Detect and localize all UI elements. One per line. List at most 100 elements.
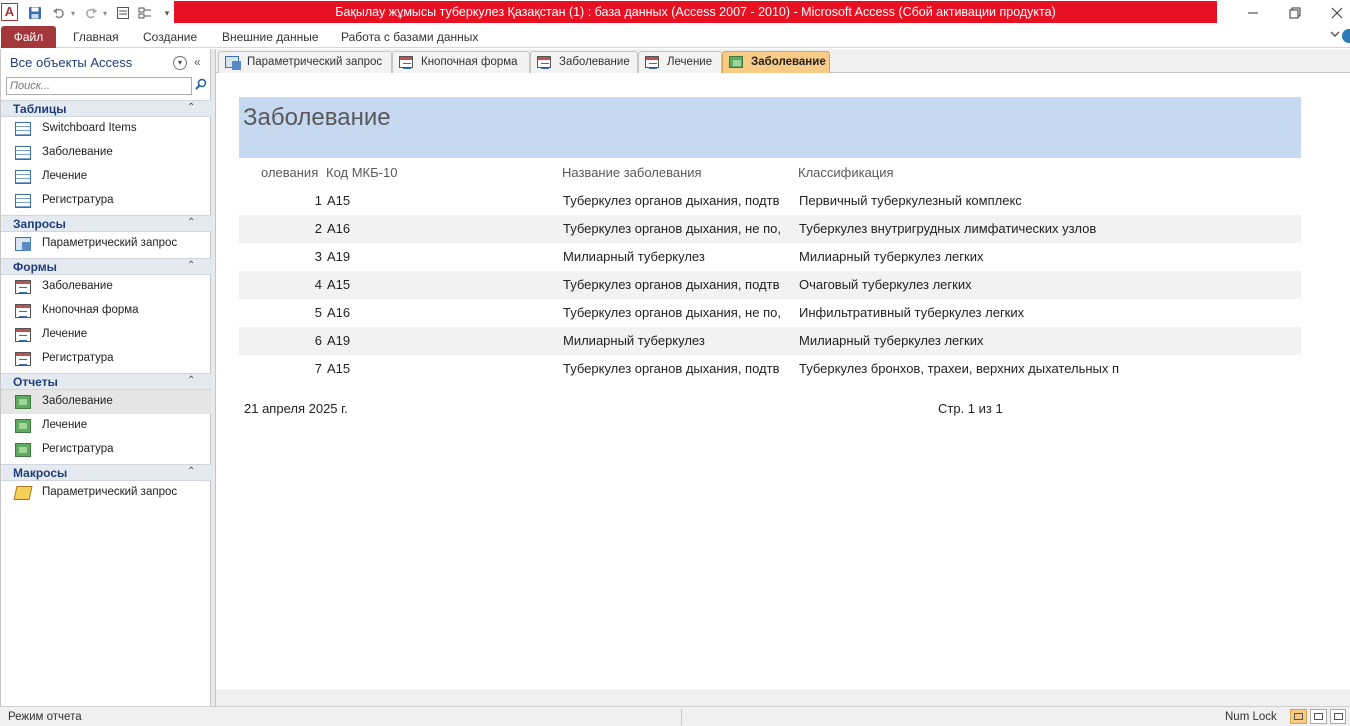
restore-button[interactable] (1272, 0, 1318, 26)
search-icon[interactable] (193, 78, 208, 94)
doc-tab-treatment-form[interactable]: Лечение (638, 51, 722, 73)
query-icon (15, 237, 31, 251)
report-footer-date: 21 апреля 2025 г. (244, 401, 348, 416)
group-label: Отчеты (13, 375, 58, 389)
ribbon-tabs: Файл Главная Создание Внешние данные Раб… (0, 26, 1350, 48)
help-icon[interactable] (1342, 29, 1350, 43)
layout-view-button[interactable] (1330, 709, 1346, 724)
form-icon (537, 56, 551, 69)
nav-group-queries[interactable]: Запросы ⌃ (1, 215, 211, 232)
chevron-up-icon[interactable]: ⌃ (187, 260, 195, 271)
nav-item-macro[interactable]: Параметрический запрос (1, 481, 211, 505)
nav-item-report-selected[interactable]: Заболевание (1, 390, 211, 414)
column-header-code: Код МКБ-10 (326, 165, 398, 180)
table-row: 1 A15 Туберкулез органов дыхания, подтв … (314, 193, 1022, 208)
table-row: 3 A19 Милиарный туберкулез Милиарный туб… (314, 249, 984, 264)
group-label: Макросы (13, 466, 68, 480)
tab-database-tools[interactable]: Работа с базами данных (341, 26, 478, 48)
form-icon (15, 328, 31, 342)
doc-tab-query[interactable]: Параметрический запрос (218, 51, 392, 73)
query-icon (225, 56, 241, 70)
doc-tab-disease-report[interactable]: Заболевание (722, 51, 830, 74)
nav-title[interactable]: Все объекты Access (10, 55, 132, 70)
table-icon (15, 146, 31, 160)
form-icon (15, 280, 31, 294)
nav-collapse-icon[interactable]: « (194, 55, 201, 69)
title-bar: A ▾ ▾ ▾ Бақылау жұмысы туберкулез Қазақс… (0, 0, 1350, 26)
group-label: Формы (13, 260, 57, 274)
nav-item-form[interactable]: Лечение (1, 323, 211, 347)
access-app-icon[interactable]: A (1, 3, 18, 21)
table-row: 4 A15 Туберкулез органов дыхания, подтв … (239, 271, 1301, 299)
design-icon[interactable] (136, 4, 154, 22)
print-preview-button[interactable] (1310, 709, 1327, 724)
navigation-pane: Все объекты Access ▾ « Таблицы ⌃ Switchb… (0, 49, 211, 706)
nav-menu-chevron-icon[interactable]: ▾ (173, 56, 187, 70)
table-row: 6 A19 Милиарный туберкулез Милиарный туб… (239, 327, 1301, 355)
form-icon[interactable] (114, 4, 132, 22)
tab-home[interactable]: Главная (73, 26, 119, 48)
minimize-button[interactable] (1230, 0, 1276, 26)
nav-item-query[interactable]: Параметрический запрос (1, 232, 211, 256)
report-footer-page: Стр. 1 из 1 (938, 401, 1003, 416)
report-icon (15, 443, 31, 457)
nav-item-table[interactable]: Лечение (1, 165, 211, 189)
report-view-button[interactable] (1290, 709, 1307, 724)
nav-group-reports[interactable]: Отчеты ⌃ (1, 373, 211, 390)
nav-item-form[interactable]: Заболевание (1, 275, 211, 299)
redo-dropdown-icon[interactable]: ▾ (100, 4, 110, 22)
quick-access-toolbar: ▾ ▾ ▾ (26, 4, 176, 22)
status-divider (681, 709, 682, 725)
chevron-up-icon[interactable]: ⌃ (187, 102, 195, 113)
chevron-up-icon[interactable]: ⌃ (187, 375, 195, 386)
report-view-icon (1294, 713, 1303, 720)
table-row: 5 A16 Туберкулез органов дыхания, не по,… (314, 305, 1025, 320)
report-bottom-area (216, 689, 1350, 706)
ribbon-expand-icon[interactable] (1330, 29, 1340, 42)
close-button[interactable] (1314, 0, 1350, 26)
chevron-up-icon[interactable]: ⌃ (187, 466, 195, 477)
report-icon (729, 56, 743, 68)
doc-tab-switchboard-form[interactable]: Кнопочная форма (392, 51, 530, 73)
nav-item-table[interactable]: Заболевание (1, 141, 211, 165)
group-label: Запросы (13, 217, 66, 231)
tab-create[interactable]: Создание (143, 26, 197, 48)
table-icon (15, 170, 31, 184)
nav-header[interactable]: Все объекты Access ▾ « (1, 49, 211, 76)
print-preview-icon (1314, 713, 1323, 720)
nav-item-table[interactable]: Switchboard Items (1, 117, 211, 141)
form-icon (15, 352, 31, 366)
nav-group-tables[interactable]: Таблицы ⌃ (1, 100, 211, 117)
tab-external-data[interactable]: Внешние данные (222, 26, 319, 48)
redo-icon[interactable] (82, 4, 100, 22)
nav-group-forms[interactable]: Формы ⌃ (1, 258, 211, 275)
tab-file[interactable]: Файл (1, 26, 56, 48)
nav-item-form[interactable]: Кнопочная форма (1, 299, 211, 323)
status-mode: Режим отчета (8, 711, 82, 723)
status-bar: Режим отчета Num Lock (0, 706, 1350, 726)
report-title: Заболевание (243, 104, 391, 131)
nav-item-report[interactable]: Лечение (1, 414, 211, 438)
nav-search-input[interactable] (6, 77, 192, 95)
report-header: Заболевание (239, 97, 1301, 158)
report-view[interactable]: Заболевание олевания Код МКБ-10 Название… (216, 73, 1350, 689)
numlock-indicator: Num Lock (1225, 711, 1277, 723)
column-header-name: Название заболевания (562, 165, 702, 180)
nav-item-table[interactable]: Регистратура (1, 189, 211, 213)
table-row: 2 A16 Туберкулез органов дыхания, не по,… (239, 215, 1301, 243)
table-row: 7 A15 Туберкулез органов дыхания, подтв … (314, 361, 1120, 376)
table-icon (15, 194, 31, 208)
doc-tab-disease-form[interactable]: Заболевание (530, 51, 638, 73)
table-icon (15, 122, 31, 136)
nav-item-report[interactable]: Регистратура (1, 438, 211, 462)
form-icon (15, 304, 31, 318)
column-header-class: Классификация (798, 165, 894, 180)
nav-item-form[interactable]: Регистратура (1, 347, 211, 371)
save-icon[interactable] (26, 4, 44, 22)
chevron-up-icon[interactable]: ⌃ (187, 217, 195, 228)
undo-dropdown-icon[interactable]: ▾ (68, 4, 78, 22)
form-icon (399, 56, 413, 69)
nav-group-macros[interactable]: Макросы ⌃ (1, 464, 211, 481)
undo-icon[interactable] (50, 4, 68, 22)
column-header-id: олевания (261, 165, 319, 180)
